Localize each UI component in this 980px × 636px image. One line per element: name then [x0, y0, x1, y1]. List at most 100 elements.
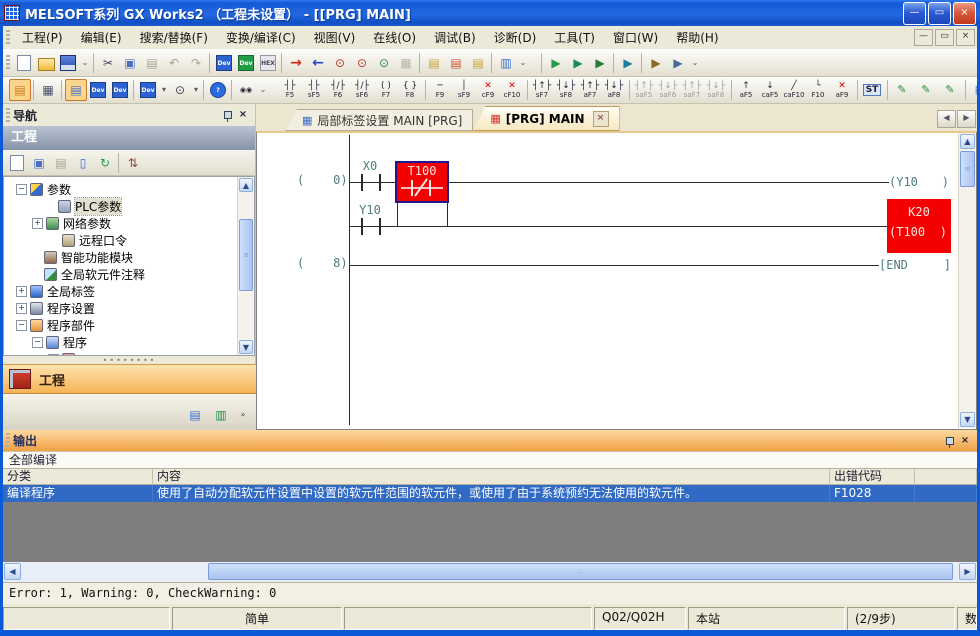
falling-pulse-close-branch-button[interactable]: ┤↓├saF8 [704, 78, 728, 102]
remote-operation-icon[interactable]: ▦ [395, 52, 417, 74]
monitor-stop-icon[interactable]: ▶ [567, 52, 589, 74]
menu-item[interactable]: 变换/编译(C) [217, 27, 305, 48]
tab-scroll-left-icon[interactable]: ◀ [937, 110, 956, 128]
inline-st-button[interactable]: ST [860, 78, 884, 102]
scroll-thumb[interactable]: ≡ [239, 219, 253, 291]
paste-data-icon[interactable]: ▤ [50, 152, 72, 174]
device-test-caret-icon[interactable]: ▾ [191, 79, 201, 101]
nav-more-icon[interactable]: » [236, 404, 250, 426]
menu-item[interactable]: 搜索/替换(F) [131, 27, 217, 48]
scroll-up-icon[interactable]: ▲ [239, 178, 253, 192]
menu-item[interactable]: 工具(T) [545, 27, 604, 48]
scroll-down-icon[interactable]: ▼ [960, 412, 975, 427]
copy-icon[interactable]: ▣ [119, 52, 141, 74]
ladder-cursor-cell[interactable]: T100 [395, 161, 449, 203]
monitor-pulse-icon[interactable]: ▶ [589, 52, 611, 74]
pin-icon[interactable] [224, 111, 232, 119]
verify-with-plc-icon[interactable]: ⊙ [329, 52, 351, 74]
document-tab[interactable]: ▦ 局部标签设置 MAIN [PRG] × [285, 109, 473, 131]
edit-declaration-button[interactable]: ✎ [914, 78, 938, 102]
connection-destination-icon[interactable]: ▥ [210, 404, 232, 426]
scroll-down-icon[interactable]: ▼ [239, 340, 253, 354]
close-branch-button[interactable]: ┤/├sF6 [350, 78, 374, 102]
paste-icon[interactable]: ▤ [141, 52, 163, 74]
title-bar[interactable]: MELSOFT系列 GX Works2 （工程未设置） - [[PRG] MAI… [0, 0, 980, 26]
save-project-icon[interactable] [57, 52, 79, 74]
sort-icon[interactable]: ⇅ [122, 152, 144, 174]
scroll-thumb[interactable]: ∷ [208, 563, 953, 580]
output-column-header[interactable] [915, 469, 977, 484]
property-icon[interactable]: ▯ [72, 152, 94, 174]
close-button[interactable]: × [953, 2, 976, 25]
vertical-line-button[interactable]: │sF9 [452, 78, 476, 102]
ladder-editor[interactable]: ( 0) ( 8) X0 Y10 T100 (Y10) [256, 131, 977, 430]
cut-icon[interactable]: ✂ [97, 52, 119, 74]
tree-item[interactable]: + 网络参数 [4, 215, 254, 232]
open-project-icon[interactable] [35, 52, 57, 74]
tab-close-icon[interactable]: × [593, 111, 609, 127]
new-data-icon[interactable] [6, 152, 28, 174]
scroll-right-icon[interactable]: ▶ [959, 563, 976, 580]
write-to-plc-icon[interactable]: → [285, 52, 307, 74]
find-binoculars-icon[interactable]: ◉◉ [235, 79, 257, 101]
toolbar-overflow-icon[interactable]: ⌄ [79, 52, 91, 74]
redo-icon[interactable]: ↷ [185, 52, 207, 74]
statement-icon[interactable]: ▤ [423, 52, 445, 74]
menu-item[interactable]: 视图(V) [305, 27, 365, 48]
tree-item[interactable]: − 参数 [4, 181, 254, 198]
device-test-icon[interactable]: ⊙ [169, 79, 191, 101]
minimize-button[interactable]: — [903, 2, 926, 25]
scroll-up-icon[interactable]: ▲ [960, 134, 975, 149]
module-configuration-icon[interactable]: ▦ [37, 79, 59, 101]
help-icon[interactable]: ? [207, 79, 229, 101]
menu-item[interactable]: 帮助(H) [667, 27, 727, 48]
output-horizontal-scrollbar[interactable]: ◀ ∷ ▶ [3, 562, 977, 582]
pin-icon[interactable] [946, 437, 954, 445]
falling-pulse-button[interactable]: ┤↓├sF8 [554, 78, 578, 102]
rising-pulse-branch-button[interactable]: ┤↑├aF7 [578, 78, 602, 102]
toolbar-grip[interactable] [6, 30, 10, 46]
coil-button[interactable]: ( )F7 [374, 78, 398, 102]
panel-splitter[interactable]: •••••••• [3, 356, 256, 364]
monitor-write-mode-icon[interactable]: ▶ [617, 52, 639, 74]
application-instruction-button[interactable]: { }F8 [398, 78, 422, 102]
tree-expand-icon[interactable]: − [16, 184, 27, 195]
timer-coil-highlight[interactable]: K20 (T100) [887, 199, 951, 253]
sampling-trace-icon[interactable]: ▶ [667, 52, 689, 74]
edit-note-button[interactable]: ✎ [938, 78, 962, 102]
project-view-button[interactable]: 工程 [3, 364, 256, 394]
open-contact-button[interactable]: ┤├F5 [278, 78, 302, 102]
document-tab[interactable]: ▦ [PRG] MAIN × [473, 106, 619, 131]
device-search-monitor-icon[interactable]: ⊙ [373, 52, 395, 74]
monitor-overflow-icon[interactable]: ⌄ [689, 52, 701, 74]
menu-item[interactable]: 窗口(W) [604, 27, 667, 48]
close-contact-button[interactable]: ┤/├F6 [326, 78, 350, 102]
delete-vertical-line-button[interactable]: ✕cF10 [500, 78, 524, 102]
close-icon[interactable]: × [957, 433, 973, 449]
rising-pulse-close-button[interactable]: ┤↑├saF5 [632, 78, 656, 102]
note-icon[interactable]: ▤ [467, 52, 489, 74]
refresh-icon[interactable]: ↻ [94, 152, 116, 174]
tree-item[interactable]: 智能功能模块 [4, 249, 254, 266]
convert-result-falling-button[interactable]: ↓caF5 [758, 78, 782, 102]
menu-item[interactable]: 工程(P) [13, 27, 72, 48]
falling-pulse-branch-button[interactable]: ┤↓├aF8 [602, 78, 626, 102]
tree-expand-icon[interactable]: + [16, 286, 27, 297]
toolbar2-overflow-icon[interactable]: ⌄ [257, 79, 269, 101]
device-batch-monitor-icon[interactable]: Dev [109, 79, 131, 101]
tree-expand-icon[interactable]: + [16, 303, 27, 314]
help-book-icon[interactable]: ▤ [184, 404, 206, 426]
menu-item[interactable]: 在线(O) [364, 27, 425, 48]
display-screen-icon[interactable]: ▥ [495, 52, 517, 74]
output-column-header[interactable]: 出错代码 [830, 469, 915, 484]
tab-scroll-right-icon[interactable]: ▶ [957, 110, 976, 128]
device-display-caret-icon[interactable]: ▾ [159, 79, 169, 101]
device-comment-icon[interactable]: Dev [213, 52, 235, 74]
menu-item[interactable]: 诊断(D) [485, 27, 546, 48]
tree-item[interactable]: − 程序 [4, 334, 254, 351]
invert-result-rising-button[interactable]: ↑aF5 [734, 78, 758, 102]
device-hex-icon[interactable]: HEX [257, 52, 279, 74]
rising-pulse-button[interactable]: ┤↑├sF7 [530, 78, 554, 102]
tree-expand-icon[interactable]: − [32, 337, 43, 348]
undo-icon[interactable]: ↶ [163, 52, 185, 74]
